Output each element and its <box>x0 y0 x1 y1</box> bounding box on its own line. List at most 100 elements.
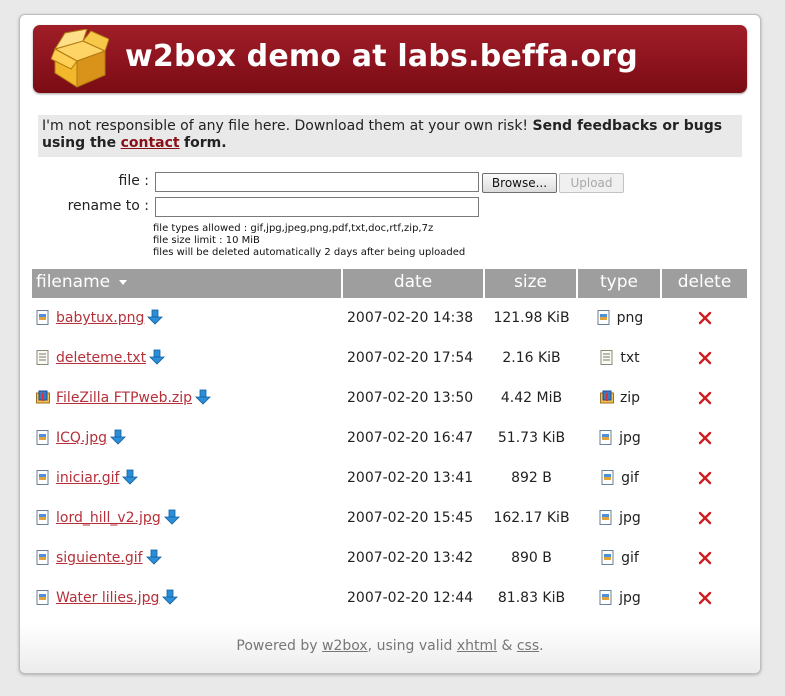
contact-link[interactable]: contact <box>121 135 180 151</box>
download-arrow-icon[interactable] <box>122 469 139 485</box>
table-row: FileZilla FTPweb.zip 2007-02-20 13:50 4.42… <box>32 378 747 418</box>
size-cell: 121.98 KiB <box>493 310 570 326</box>
filename-cell: babytux.png <box>36 298 164 338</box>
size-cell: 890 B <box>511 550 552 566</box>
limit-file-size: file size limit : 10 MiB <box>153 235 260 246</box>
image-file-icon <box>601 549 614 565</box>
column-header-filename[interactable]: filename <box>32 269 343 298</box>
file-label: file : <box>118 173 150 189</box>
type-label: jpg <box>619 510 641 526</box>
download-arrow-icon[interactable] <box>145 549 162 565</box>
type-label: gif <box>621 470 639 486</box>
delete-cell <box>662 458 747 498</box>
file-link[interactable]: FileZilla FTPweb.zip <box>56 390 192 406</box>
notice-form-text: form. <box>184 135 227 151</box>
filename-cell: Water lilies.jpg <box>36 578 179 618</box>
column-header-date[interactable]: date <box>343 269 485 298</box>
image-file-icon <box>36 429 49 445</box>
file-link[interactable]: babytux.png <box>56 310 144 326</box>
site-title: w2box demo at labs.beffa.org <box>125 39 638 74</box>
delete-cell <box>662 418 747 458</box>
date-cell: 2007-02-20 16:47 <box>347 430 474 446</box>
type-label: zip <box>619 390 641 406</box>
file-link[interactable]: lord_hill_v2.jpg <box>56 510 161 526</box>
type-cell: jpg <box>578 498 662 538</box>
filename-cell: FileZilla FTPweb.zip <box>36 378 212 418</box>
file-path-input[interactable] <box>155 172 479 192</box>
footer-w2box-link[interactable]: w2box <box>322 638 368 654</box>
sort-down-icon <box>118 280 127 285</box>
column-header-type[interactable]: type <box>578 269 662 298</box>
file-link[interactable]: ICQ.jpg <box>56 430 107 446</box>
type-cell: zip <box>578 378 662 418</box>
delete-cell <box>662 378 747 418</box>
download-arrow-icon[interactable] <box>110 429 127 445</box>
delete-cell <box>662 298 747 338</box>
browse-button[interactable]: Browse... <box>482 173 557 193</box>
download-arrow-icon[interactable] <box>162 589 179 605</box>
file-table: filename date size type delete babytux.p… <box>32 269 747 618</box>
date-cell: 2007-02-20 13:42 <box>347 550 474 566</box>
delete-cell <box>662 578 747 618</box>
type-label: gif <box>621 550 639 566</box>
date-cell: 2007-02-20 12:44 <box>347 590 474 606</box>
table-row: iniciar.gif 2007-02-20 13:41 892 B gif <box>32 458 747 498</box>
delete-x-icon[interactable] <box>698 591 712 605</box>
header-banner: w2box demo at labs.beffa.org <box>33 25 747 93</box>
column-header-delete: delete <box>677 272 732 292</box>
download-arrow-icon[interactable] <box>149 349 166 365</box>
delete-x-icon[interactable] <box>698 471 712 485</box>
image-file-icon <box>599 589 612 605</box>
type-cell: gif <box>578 458 662 498</box>
delete-x-icon[interactable] <box>698 391 712 405</box>
file-link[interactable]: deleteme.txt <box>56 350 146 366</box>
type-cell: gif <box>578 538 662 578</box>
delete-cell <box>662 538 747 578</box>
footer-prefix: Powered by <box>236 638 318 654</box>
delete-x-icon[interactable] <box>698 551 712 565</box>
text-file-icon <box>600 349 613 365</box>
delete-cell <box>662 498 747 538</box>
type-label: jpg <box>619 590 641 606</box>
type-label: jpg <box>619 430 641 446</box>
table-row: lord_hill_v2.jpg 2007-02-20 15:45 162.17 K… <box>32 498 747 538</box>
notice-text: I'm not responsible of any file here. Do… <box>42 118 529 134</box>
table-row: ICQ.jpg 2007-02-20 16:47 51.73 KiB jpg <box>32 418 747 458</box>
date-cell: 2007-02-20 17:54 <box>347 350 474 366</box>
delete-x-icon[interactable] <box>698 511 712 525</box>
image-file-icon <box>36 509 49 525</box>
footer: Powered by w2box, using valid xhtml & cs… <box>20 623 760 673</box>
filename-cell: lord_hill_v2.jpg <box>36 498 180 538</box>
type-cell: png <box>578 298 662 338</box>
footer-middle: , using valid <box>367 638 453 654</box>
download-arrow-icon[interactable] <box>195 389 212 405</box>
file-link[interactable]: Water lilies.jpg <box>56 590 159 606</box>
filename-cell: ICQ.jpg <box>36 418 127 458</box>
date-cell: 2007-02-20 13:41 <box>347 470 474 486</box>
file-link[interactable]: siguiente.gif <box>56 550 143 566</box>
date-cell: 2007-02-20 14:38 <box>347 310 474 326</box>
file-link[interactable]: iniciar.gif <box>56 470 119 486</box>
delete-x-icon[interactable] <box>698 351 712 365</box>
column-header-size[interactable]: size <box>485 269 578 298</box>
image-file-icon <box>36 309 49 325</box>
archive-file-icon <box>599 390 614 403</box>
date-cell: 2007-02-20 15:45 <box>347 510 474 526</box>
size-cell: 81.83 KiB <box>497 590 566 606</box>
type-cell: jpg <box>578 418 662 458</box>
download-arrow-icon[interactable] <box>147 309 164 325</box>
upload-button[interactable]: Upload <box>559 173 624 193</box>
size-cell: 51.73 KiB <box>497 430 566 446</box>
rename-input[interactable] <box>155 197 479 217</box>
delete-x-icon[interactable] <box>698 431 712 445</box>
table-row: siguiente.gif 2007-02-20 13:42 890 B gif <box>32 538 747 578</box>
filename-cell: siguiente.gif <box>36 538 162 578</box>
download-arrow-icon[interactable] <box>163 509 180 525</box>
type-label: png <box>616 310 644 326</box>
footer-amp: & <box>501 638 513 654</box>
footer-css-link[interactable]: css <box>517 638 539 654</box>
delete-x-icon[interactable] <box>698 311 712 325</box>
type-label: txt <box>620 350 640 366</box>
type-cell: jpg <box>578 578 662 618</box>
footer-xhtml-link[interactable]: xhtml <box>457 638 497 654</box>
